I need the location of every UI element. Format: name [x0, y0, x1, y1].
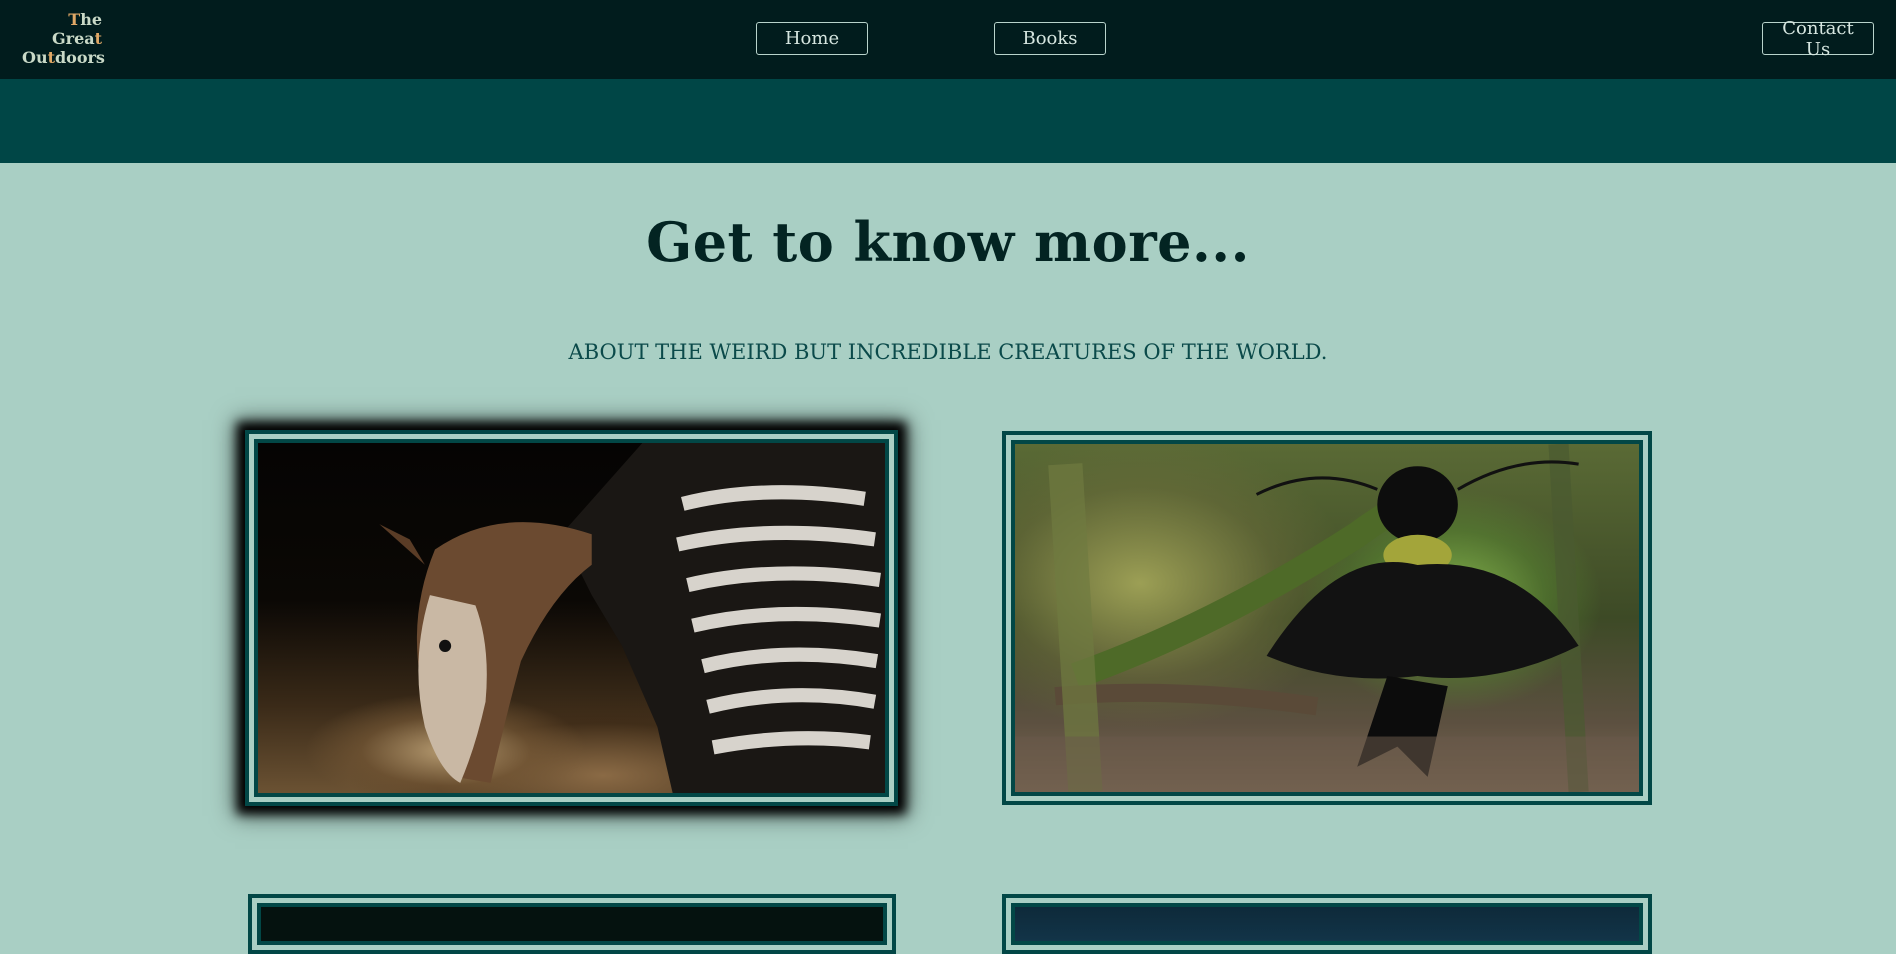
image-frame	[1011, 903, 1643, 945]
nav-home-button[interactable]: Home	[756, 22, 868, 55]
page-subtitle: ABOUT THE WEIRD BUT INCREDIBLE CREATURES…	[568, 340, 1328, 364]
gallery-image-fourth	[1015, 907, 1639, 941]
logo-text: he	[80, 10, 102, 29]
logo-line-outdoors: Outdoors	[22, 48, 105, 67]
logo-text: Ou	[22, 48, 48, 67]
logo-text: Grea	[51, 29, 95, 48]
logo-line-great: Great	[22, 29, 102, 48]
logo-letter-accent: T	[68, 10, 81, 29]
gallery-card-okapi[interactable]	[245, 430, 898, 806]
page-title: Get to know more...	[646, 210, 1250, 274]
gallery-card-third[interactable]	[248, 894, 896, 954]
nav-contact-button[interactable]: Contact Us	[1762, 18, 1874, 60]
nav-books-button[interactable]: Books	[994, 22, 1106, 55]
gallery-image-third	[261, 907, 883, 941]
okapi-illustration	[379, 443, 885, 793]
logo-text: doors	[54, 48, 105, 67]
logo-letter-accent: t	[47, 48, 55, 67]
hero-band	[0, 79, 1896, 163]
bird-illustration	[1015, 444, 1639, 792]
bird-of-paradise-image	[1015, 444, 1639, 792]
image-frame	[257, 903, 887, 945]
gallery-card-fourth[interactable]	[1002, 894, 1652, 954]
okapi-image	[258, 443, 885, 793]
logo-letter-accent: t	[94, 29, 102, 48]
top-navigation-bar: The Great Outdoors Home Books Contact Us	[0, 0, 1896, 79]
logo-line-the: The	[22, 10, 102, 29]
site-logo[interactable]: The Great Outdoors	[22, 10, 105, 67]
image-frame	[254, 439, 889, 797]
gallery-card-bird-of-paradise[interactable]	[1002, 431, 1652, 805]
image-frame	[1011, 440, 1643, 796]
